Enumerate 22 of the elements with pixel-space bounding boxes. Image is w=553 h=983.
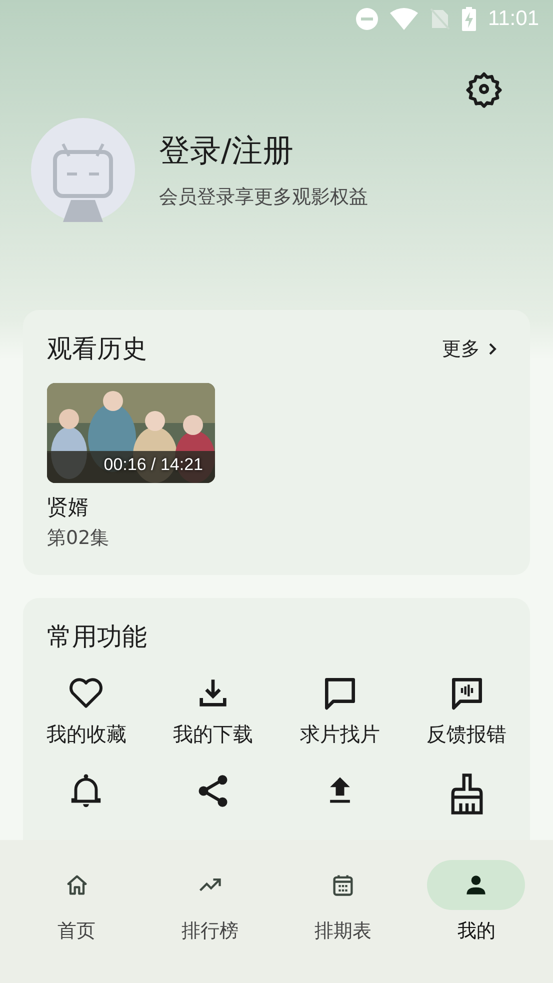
battery-charging-icon (462, 7, 476, 31)
function-button[interactable]: 我的收藏 (23, 673, 150, 748)
status-time: 11:01 (488, 7, 539, 31)
wifi-icon (390, 8, 418, 30)
settings-icon[interactable] (465, 70, 503, 108)
login-subtitle: 会员登录享更多观影权益 (159, 185, 368, 210)
function-button[interactable]: 我的下载 (150, 673, 276, 748)
show-title: 贤婿 (47, 494, 90, 521)
login-title[interactable]: 登录/注册 (159, 130, 368, 172)
do-not-disturb-icon (356, 8, 378, 30)
section-title: 观看历史 (47, 333, 147, 365)
nav-tab[interactable]: 排行榜 (143, 860, 276, 944)
section-title: 常用功能 (47, 621, 147, 653)
function-button[interactable]: 反馈报错 (403, 673, 530, 748)
episode-label: 第02集 (47, 526, 110, 551)
playback-time: 00:16 / 14:21 (104, 455, 203, 475)
more-button[interactable]: 更多 (442, 336, 506, 362)
nav-tab[interactable]: 我的 (410, 860, 543, 944)
no-sim-icon (430, 8, 450, 30)
nav-tab[interactable]: 首页 (10, 860, 144, 944)
nav-tab[interactable]: 排期表 (276, 860, 410, 944)
function-button[interactable]: 求片找片 (276, 673, 404, 748)
